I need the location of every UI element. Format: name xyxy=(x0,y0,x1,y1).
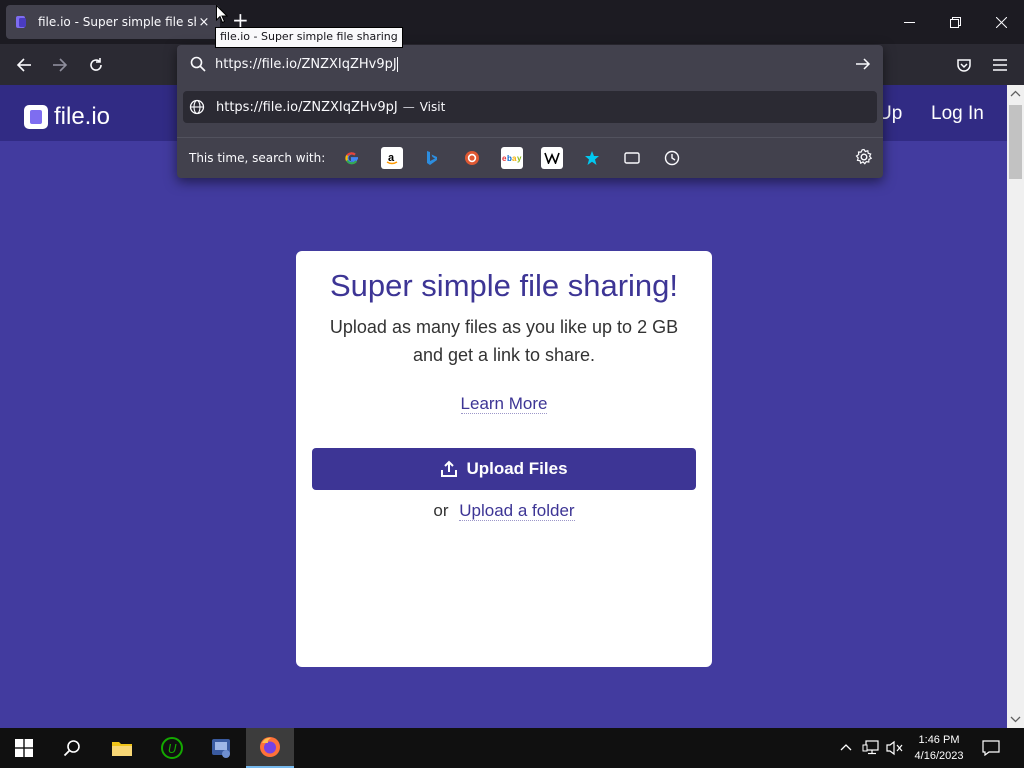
network-icon[interactable] xyxy=(862,740,880,756)
logo-text: file.io xyxy=(54,103,111,130)
file-explorer-button[interactable] xyxy=(98,728,146,768)
svg-text:y: y xyxy=(517,154,522,163)
card-title: Super simple file sharing! xyxy=(329,268,679,303)
text-caret xyxy=(396,56,398,72)
restore-icon xyxy=(949,16,961,28)
url-input-value: https://file.io/ZNZXIqZHv9pJ xyxy=(215,56,397,72)
scroll-up-icon[interactable] xyxy=(1007,87,1024,101)
search-icon xyxy=(63,740,80,757)
forward-button[interactable] xyxy=(48,54,72,76)
url-dropdown-panel: https://file.io/ZNZXIqZHv9pJ https://fil… xyxy=(177,45,883,178)
suggestion-separator: — xyxy=(402,100,415,114)
suggestion-url: https://file.io/ZNZXIqZHv9pJ xyxy=(216,99,398,115)
duckduckgo-icon[interactable] xyxy=(461,147,483,169)
windows-taskbar: U 1:46 PM 4/16/2023 xyxy=(0,728,1024,768)
upload-icon xyxy=(441,460,458,477)
scroll-thumb[interactable] xyxy=(1009,105,1022,179)
url-input[interactable]: https://file.io/ZNZXIqZHv9pJ xyxy=(215,56,398,72)
back-button[interactable] xyxy=(12,54,36,76)
url-suggestion-row[interactable]: https://file.io/ZNZXIqZHv9pJ — Visit xyxy=(183,91,877,123)
tab-title: file.io - Super simple file sharing xyxy=(38,15,196,29)
login-link[interactable]: Log In xyxy=(931,103,984,125)
remote-desktop-button[interactable] xyxy=(197,728,245,768)
tray-expand-icon[interactable] xyxy=(840,742,852,752)
bing-icon[interactable] xyxy=(421,147,443,169)
learn-more-link[interactable]: Learn More xyxy=(460,394,548,414)
tabs-icon[interactable] xyxy=(621,147,643,169)
upload-files-label: Upload Files xyxy=(466,459,568,478)
minimize-button[interactable] xyxy=(886,6,932,38)
pocket-button[interactable] xyxy=(952,54,976,76)
upload-folder-row: or Upload a folder xyxy=(296,501,712,521)
volume-muted-icon[interactable] xyxy=(886,740,904,756)
taskbar-search-button[interactable] xyxy=(48,728,96,768)
browser-titlebar: file.io - Super simple file sharing × + xyxy=(0,0,1024,44)
search-engines-row: This time, search with: a ebay xyxy=(177,137,883,177)
reload-button[interactable] xyxy=(84,54,108,76)
history-icon[interactable] xyxy=(661,147,683,169)
scroll-down-icon[interactable] xyxy=(1007,712,1024,726)
google-icon[interactable] xyxy=(341,147,363,169)
mouse-cursor-icon xyxy=(216,5,228,24)
ebay-icon[interactable]: ebay xyxy=(501,146,524,169)
firefox-icon xyxy=(260,737,280,757)
pocket-icon xyxy=(957,59,971,72)
upwork-app-button[interactable]: U xyxy=(148,728,196,768)
url-bar[interactable]: https://file.io/ZNZXIqZHv9pJ xyxy=(177,45,883,83)
fileio-favicon-icon xyxy=(16,16,26,28)
tab-tooltip: file.io - Super simple file sharing xyxy=(215,27,403,48)
search-with-label: This time, search with: xyxy=(189,150,326,165)
upwork-icon: U xyxy=(161,737,183,759)
gear-icon[interactable] xyxy=(855,148,873,166)
close-icon xyxy=(995,16,1007,28)
learn-more-row: Learn More xyxy=(296,394,712,414)
amazon-icon[interactable]: a xyxy=(381,146,404,169)
tab-close-icon[interactable]: × xyxy=(196,15,212,30)
bookmarks-icon[interactable] xyxy=(581,147,603,169)
clock-date: 4/16/2023 xyxy=(914,750,964,762)
start-button[interactable] xyxy=(0,728,48,768)
forward-arrow-icon xyxy=(53,58,68,72)
wikipedia-icon[interactable] xyxy=(541,146,564,169)
system-clock[interactable]: 1:46 PM 4/16/2023 xyxy=(908,732,970,764)
svg-text:U: U xyxy=(168,742,177,756)
or-text: or xyxy=(433,501,449,520)
menu-button[interactable] xyxy=(988,54,1012,76)
go-arrow-icon[interactable] xyxy=(855,56,871,72)
folder-icon xyxy=(112,742,132,756)
upload-card: Super simple file sharing! Upload as man… xyxy=(296,251,712,667)
web-page: file.io Up Log In Super simple file shar… xyxy=(0,85,1007,728)
clock-time: 1:46 PM xyxy=(918,734,960,746)
close-window-button[interactable] xyxy=(978,6,1024,38)
globe-icon xyxy=(189,99,205,115)
browser-tab[interactable]: file.io - Super simple file sharing × xyxy=(6,5,220,39)
upload-files-button[interactable]: Upload Files xyxy=(312,448,696,490)
suggestion-action: Visit xyxy=(419,100,446,114)
page-scrollbar[interactable] xyxy=(1007,85,1024,728)
search-icon xyxy=(190,56,206,72)
fileio-logo[interactable]: file.io xyxy=(24,103,110,131)
firefox-taskbar-button[interactable] xyxy=(246,728,294,768)
windows-logo-icon xyxy=(15,739,33,757)
hamburger-menu-icon xyxy=(993,59,1007,71)
card-description: Upload as many files as you like up to 2… xyxy=(329,317,679,365)
back-arrow-icon xyxy=(16,58,31,72)
minimize-icon xyxy=(903,21,915,23)
app-window-icon xyxy=(212,739,230,758)
notifications-icon[interactable] xyxy=(982,740,1000,756)
restore-button[interactable] xyxy=(932,6,978,38)
upload-folder-link[interactable]: Upload a folder xyxy=(459,501,575,521)
fileio-logo-icon xyxy=(24,105,48,129)
reload-icon xyxy=(90,58,102,71)
